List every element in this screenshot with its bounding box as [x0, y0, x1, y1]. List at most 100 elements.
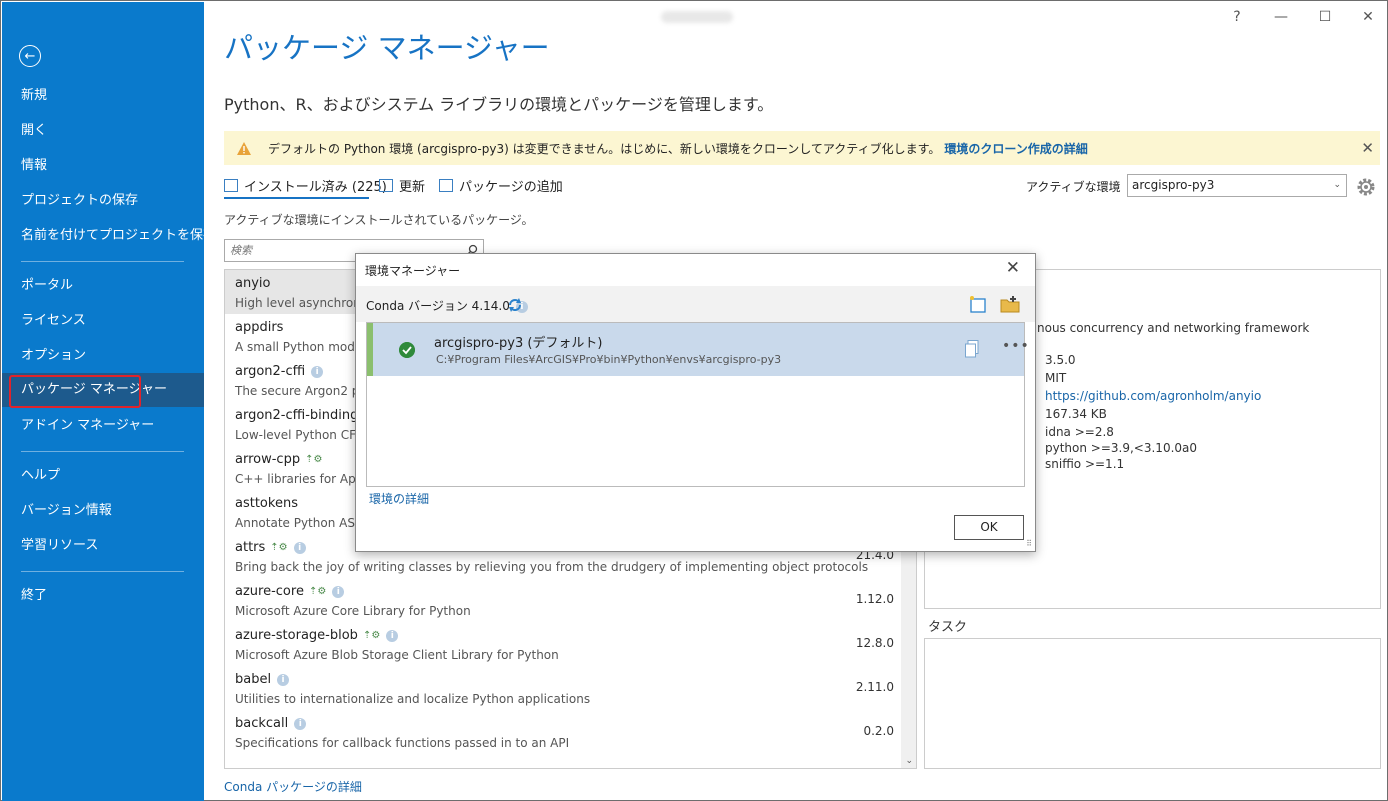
- info-icon[interactable]: i: [293, 542, 306, 554]
- package-name-label: backcall: [235, 716, 289, 731]
- package-name: backcall i: [235, 716, 307, 731]
- nav-portal[interactable]: ポータル: [2, 269, 204, 303]
- info-icon[interactable]: i: [277, 674, 290, 686]
- package-name: anyio: [235, 276, 270, 291]
- detail-size: 167.34 KB: [1045, 407, 1107, 421]
- refresh-icon[interactable]: [507, 297, 523, 313]
- tab-installed[interactable]: インストール済み (225): [224, 176, 387, 195]
- nav-save-project-as[interactable]: 名前を付けてプロジェクトを保存: [2, 219, 216, 253]
- detail-license: MIT: [1045, 371, 1067, 385]
- nav-new[interactable]: 新規: [2, 79, 204, 113]
- tab-add-packages[interactable]: パッケージの追加: [439, 176, 563, 195]
- package-name-label: attrs: [235, 540, 266, 555]
- page-subtitle: Python、R、およびシステム ライブラリの環境とパッケージを管理します。: [224, 95, 774, 114]
- minimize-button[interactable]: —: [1271, 7, 1291, 27]
- add-folder-icon[interactable]: [1000, 296, 1020, 313]
- scroll-down-icon[interactable]: ⌄: [905, 756, 913, 766]
- info-icon[interactable]: i: [386, 630, 399, 642]
- search-placeholder: 検索: [230, 244, 252, 257]
- package-description: Bring back the joy of writing classes by…: [235, 560, 869, 574]
- nav-licensing[interactable]: ライセンス: [2, 304, 204, 338]
- tab-updates-label: 更新: [399, 180, 426, 195]
- package-name-label: appdirs: [235, 320, 284, 335]
- environment-manager-dialog: 環境マネージャー ✕ Conda バージョン 4.14.0 i arcgispr…: [355, 253, 1036, 552]
- package-name-label: asttokens: [235, 496, 298, 511]
- package-name: babel i: [235, 672, 290, 687]
- package-version: 1.12.0: [855, 592, 894, 606]
- application-window: ← 新規 開く 情報 プロジェクトの保存 名前を付けてプロジェクトを保存 ポータ…: [0, 0, 1388, 801]
- package-name: argon2-cffi-bindings: [235, 408, 365, 423]
- nav-divider: [21, 571, 184, 572]
- update-available-icon: ⇡⚙: [362, 630, 381, 641]
- chevron-down-icon: ⌄: [1333, 180, 1341, 190]
- warning-icon: [237, 141, 251, 155]
- page-title: パッケージ マネージャー: [224, 31, 550, 65]
- package-name-label: argon2-cffi: [235, 364, 306, 379]
- task-label: タスク: [928, 620, 968, 635]
- package-version: 0.2.0: [863, 724, 894, 738]
- package-row[interactable]: azure-storage-blob ⇡⚙ i Microsoft Azure Blo…: [225, 622, 902, 666]
- more-options-icon[interactable]: •••: [1002, 338, 1030, 354]
- maximize-button[interactable]: ☐: [1315, 7, 1335, 27]
- nav-open[interactable]: 開く: [2, 114, 204, 148]
- detail-dependency: idna >=2.8: [1045, 425, 1114, 439]
- detail-homepage-link[interactable]: https://github.com/agronholm/anyio: [1045, 389, 1261, 403]
- nav-learning-resources[interactable]: 学習リソース: [2, 529, 204, 563]
- dialog-title: 環境マネージャー: [365, 264, 461, 278]
- nav-save-project[interactable]: プロジェクトの保存: [2, 184, 204, 218]
- environment-help-link[interactable]: 環境の詳細: [369, 490, 429, 507]
- gear-icon[interactable]: [1355, 176, 1377, 198]
- package-name: azure-storage-blob ⇡⚙ i: [235, 628, 399, 643]
- package-name-label: azure-core: [235, 584, 304, 599]
- package-name: asttokens: [235, 496, 298, 511]
- package-name: azure-core ⇡⚙ i: [235, 584, 345, 599]
- nav-addin-manager[interactable]: アドイン マネージャー: [2, 409, 204, 443]
- nav-package-manager[interactable]: パッケージ マネージャー: [2, 373, 204, 408]
- environment-name: arcgispro-py3 (デフォルト): [434, 336, 603, 351]
- detail-version: 3.5.0: [1045, 353, 1076, 367]
- clone-environment-icon[interactable]: [965, 340, 979, 358]
- tab-updates[interactable]: 更新: [379, 176, 425, 195]
- clone-env-help-link[interactable]: 環境のクローン作成の詳細: [944, 140, 1087, 157]
- nav-help[interactable]: ヘルプ: [2, 459, 204, 493]
- info-icon[interactable]: i: [311, 366, 324, 378]
- backstage-sidebar: ← 新規 開く 情報 プロジェクトの保存 名前を付けてプロジェクトを保存 ポータ…: [2, 2, 216, 801]
- package-name: argon2-cffi i: [235, 364, 324, 379]
- highlight-box: [9, 375, 141, 408]
- close-icon[interactable]: ✕: [1006, 258, 1020, 278]
- nav-about[interactable]: バージョン情報: [2, 494, 204, 528]
- new-environment-icon[interactable]: [969, 296, 987, 313]
- close-warning-icon[interactable]: ✕: [1361, 139, 1374, 157]
- warning-banner: デフォルトの Python 環境 (arcgispro-py3) は変更できませ…: [224, 131, 1380, 165]
- nav-divider: [21, 261, 184, 262]
- nav-info[interactable]: 情報: [2, 149, 204, 183]
- help-button[interactable]: ?: [1227, 7, 1247, 27]
- active-env-dropdown[interactable]: arcgispro-py3 ⌄: [1127, 174, 1347, 197]
- resize-grip-icon[interactable]: ⠿: [1026, 539, 1032, 548]
- ok-button[interactable]: OK: [954, 515, 1024, 540]
- environment-path: C:¥Program Files¥ArcGIS¥Pro¥bin¥Python¥e…: [436, 353, 782, 366]
- tab-add-packages-label: パッケージの追加: [459, 180, 563, 195]
- back-arrow-icon[interactable]: ←: [19, 45, 41, 67]
- info-icon[interactable]: i: [294, 718, 307, 730]
- conda-package-help-link[interactable]: Conda パッケージの詳細: [224, 778, 362, 795]
- close-window-button[interactable]: ✕: [1358, 7, 1378, 27]
- active-tab-indicator: [224, 197, 369, 199]
- nav-exit[interactable]: 終了: [2, 579, 204, 613]
- conda-version-label: Conda バージョン 4.14.0: [366, 299, 510, 313]
- active-env-label: アクティブな環境: [1026, 180, 1121, 194]
- info-icon[interactable]: i: [332, 586, 345, 598]
- nav-options[interactable]: オプション: [2, 339, 204, 373]
- environment-list: arcgispro-py3 (デフォルト) C:¥Program Files¥A…: [366, 322, 1029, 487]
- package-description: Microsoft Azure Core Library for Python: [235, 604, 471, 618]
- detail-dependency: sniffio >=1.1: [1045, 457, 1125, 471]
- package-row[interactable]: backcall i Specifications for callback fun…: [225, 710, 902, 754]
- installed-list-icon: [224, 179, 238, 192]
- package-name-label: arrow-cpp: [235, 452, 301, 467]
- package-row[interactable]: babel i Utilities to internationalize and …: [225, 666, 902, 710]
- package-row[interactable]: azure-core ⇡⚙ i Microsoft Azure Core Librar…: [225, 578, 902, 622]
- add-package-icon: [439, 179, 453, 192]
- environment-row[interactable]: arcgispro-py3 (デフォルト) C:¥Program Files¥A…: [367, 323, 1029, 376]
- package-name-label: babel: [235, 672, 272, 687]
- package-name-label: anyio: [235, 276, 271, 291]
